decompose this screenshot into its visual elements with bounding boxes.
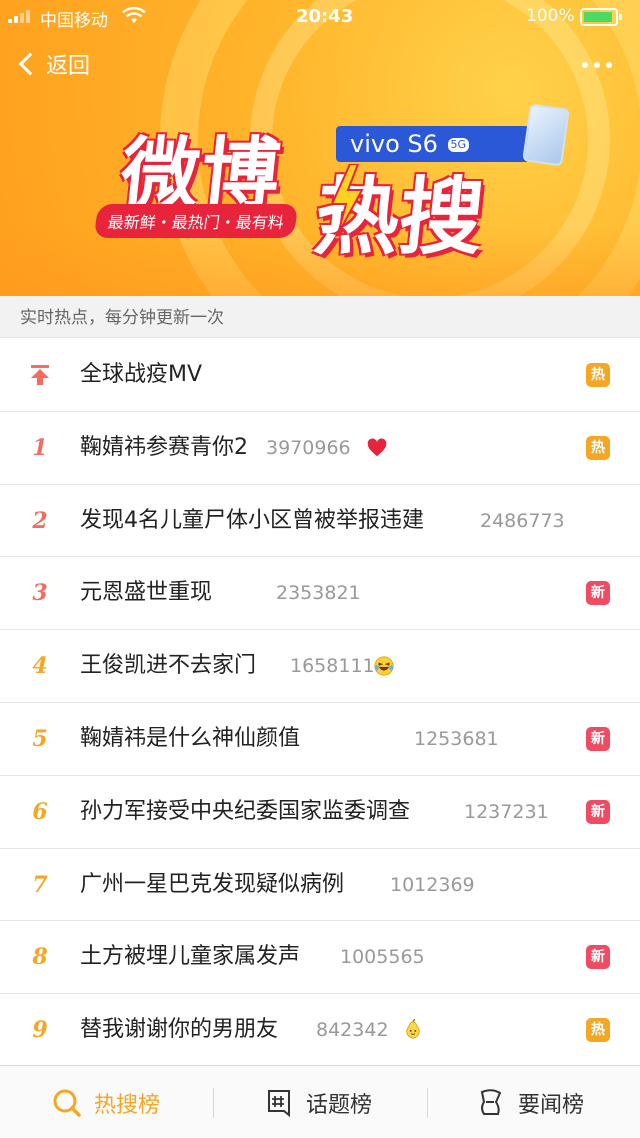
rank-number: 9 <box>32 1017 48 1044</box>
hashtag-icon <box>268 1089 290 1117</box>
search-count: 1012369 <box>390 873 475 896</box>
search-count: 3970966 <box>266 436 351 459</box>
hot-badge: 热 <box>586 1018 610 1043</box>
news-flag-icon <box>480 1088 502 1115</box>
list-item-pinned[interactable]: 全球战疫MV 热 <box>0 339 640 412</box>
more-dot-icon <box>606 62 612 68</box>
rank-number: 8 <box>32 944 48 971</box>
back-button[interactable]: 返回 <box>16 48 90 80</box>
list-item[interactable]: 6 孙力军接受中央纪委国家监委调查 1237231 新 <box>0 776 640 849</box>
rank-number: 7 <box>32 871 48 898</box>
search-rank-icon <box>53 1089 81 1117</box>
more-dot-icon <box>582 62 588 68</box>
list-item[interactable]: 7 广州一星巴克发现疑似病例 1012369 <box>0 849 640 922</box>
list-item-title: 元恩盛世重现 <box>80 580 213 606</box>
more-options-button[interactable] <box>582 62 612 68</box>
list-item-title: 王俊凯进不去家门 <box>80 653 257 679</box>
new-badge: 新 <box>586 581 610 606</box>
list-item[interactable]: 8 土方被埋儿童家属发声 1005565 新 <box>0 921 640 995</box>
tab-divider <box>427 1088 428 1118</box>
hot-search-list: 全球战疫MV 热 1 鞠婧祎参赛青你2 3970966 热 2 发现4名儿童尸体… <box>0 339 640 1067</box>
5g-badge: 5G <box>447 138 470 152</box>
battery-icon <box>580 8 622 26</box>
list-item-title: 替我谢谢你的男朋友 <box>80 1017 279 1043</box>
signal-icon <box>8 10 30 23</box>
rank-number: 6 <box>32 798 48 825</box>
list-item-title: 鞠婧祎是什么神仙颜值 <box>80 725 301 751</box>
tab-news[interactable]: 要闻榜 <box>476 1066 584 1138</box>
new-badge: 新 <box>586 945 610 970</box>
list-subheader: 实时热点，每分钟更新一次 <box>0 296 640 338</box>
status-bar: 中国移动 20:43 100% <box>0 0 640 34</box>
list-item[interactable]: 5 鞠婧祎是什么神仙颜值 1253681 新 <box>0 703 640 776</box>
laughing-emoji-icon <box>374 656 394 676</box>
hot-search-banner: 中国移动 20:43 100% 返回 微博 热搜 vivo S6 5G 最新鲜・… <box>0 0 640 296</box>
bottom-tab-bar: 热搜榜 话题榜 要闻榜 <box>0 1065 640 1138</box>
list-item-title: 全球战疫MV <box>80 362 203 387</box>
battery-percent: 100% <box>526 6 575 26</box>
search-count: 2486773 <box>480 509 565 532</box>
lightning-bolt-icon <box>330 164 364 234</box>
pin-top-icon <box>31 365 49 385</box>
tab-topics[interactable]: 话题榜 <box>264 1066 372 1138</box>
phone-image <box>522 103 570 167</box>
tab-divider <box>213 1088 214 1118</box>
list-item[interactable]: 3 元恩盛世重现 2353821 新 <box>0 557 640 631</box>
search-count: 1658111 <box>290 655 375 678</box>
hot-badge: 热 <box>586 363 610 387</box>
rank-number: 3 <box>32 580 48 607</box>
list-item[interactable]: 9 替我谢谢你的男朋友 842342 热 <box>0 994 640 1067</box>
pear-emoji-icon <box>406 1019 420 1039</box>
heart-icon <box>367 438 387 457</box>
wifi-icon <box>122 7 146 23</box>
sponsor-name: vivo S6 <box>350 130 438 158</box>
new-badge: 新 <box>586 726 610 751</box>
rank-number: 2 <box>32 507 48 534</box>
list-item-title: 广州一星巴克发现疑似病例 <box>80 871 345 897</box>
list-item-title: 孙力军接受中央纪委国家监委调查 <box>80 798 411 824</box>
clock: 20:43 <box>296 6 354 27</box>
tab-label: 要闻榜 <box>518 1092 585 1118</box>
tab-label: 话题榜 <box>306 1092 373 1118</box>
chevron-left-icon <box>18 52 42 76</box>
search-count: 2353821 <box>276 582 361 605</box>
banner-slogan: 最新鲜・最热门・最有料 <box>93 204 299 238</box>
rank-number: 5 <box>32 725 48 752</box>
rank-number: 4 <box>32 653 48 680</box>
list-item[interactable]: 1 鞠婧祎参赛青你2 3970966 热 <box>0 412 640 485</box>
rank-number: 1 <box>32 434 48 461</box>
more-dot-icon <box>594 62 600 68</box>
new-badge: 新 <box>586 799 610 824</box>
hot-badge: 热 <box>586 435 610 460</box>
tab-hot-search[interactable]: 热搜榜 <box>52 1066 160 1138</box>
list-item-title: 发现4名儿童尸体小区曾被举报违建 <box>80 507 424 533</box>
search-count: 1253681 <box>414 727 499 750</box>
list-item-title: 鞠婧祎参赛青你2 <box>80 434 248 460</box>
carrier-label: 中国移动 <box>40 11 108 31</box>
search-count: 1237231 <box>464 800 549 823</box>
list-item-title: 土方被埋儿童家属发声 <box>80 944 301 970</box>
sponsor-tag: vivo S6 5G <box>336 126 530 162</box>
list-item[interactable]: 4 王俊凯进不去家门 1658111 <box>0 630 640 703</box>
back-label: 返回 <box>46 54 91 79</box>
weibo-hot-search-logo: 微博 热搜 vivo S6 5G 最新鲜・最热门・最有料 <box>93 103 576 266</box>
search-count: 1005565 <box>340 946 425 969</box>
search-count: 842342 <box>316 1019 389 1042</box>
tab-label: 热搜榜 <box>94 1092 161 1118</box>
list-item[interactable]: 2 发现4名儿童尸体小区曾被举报违建 2486773 <box>0 485 640 558</box>
